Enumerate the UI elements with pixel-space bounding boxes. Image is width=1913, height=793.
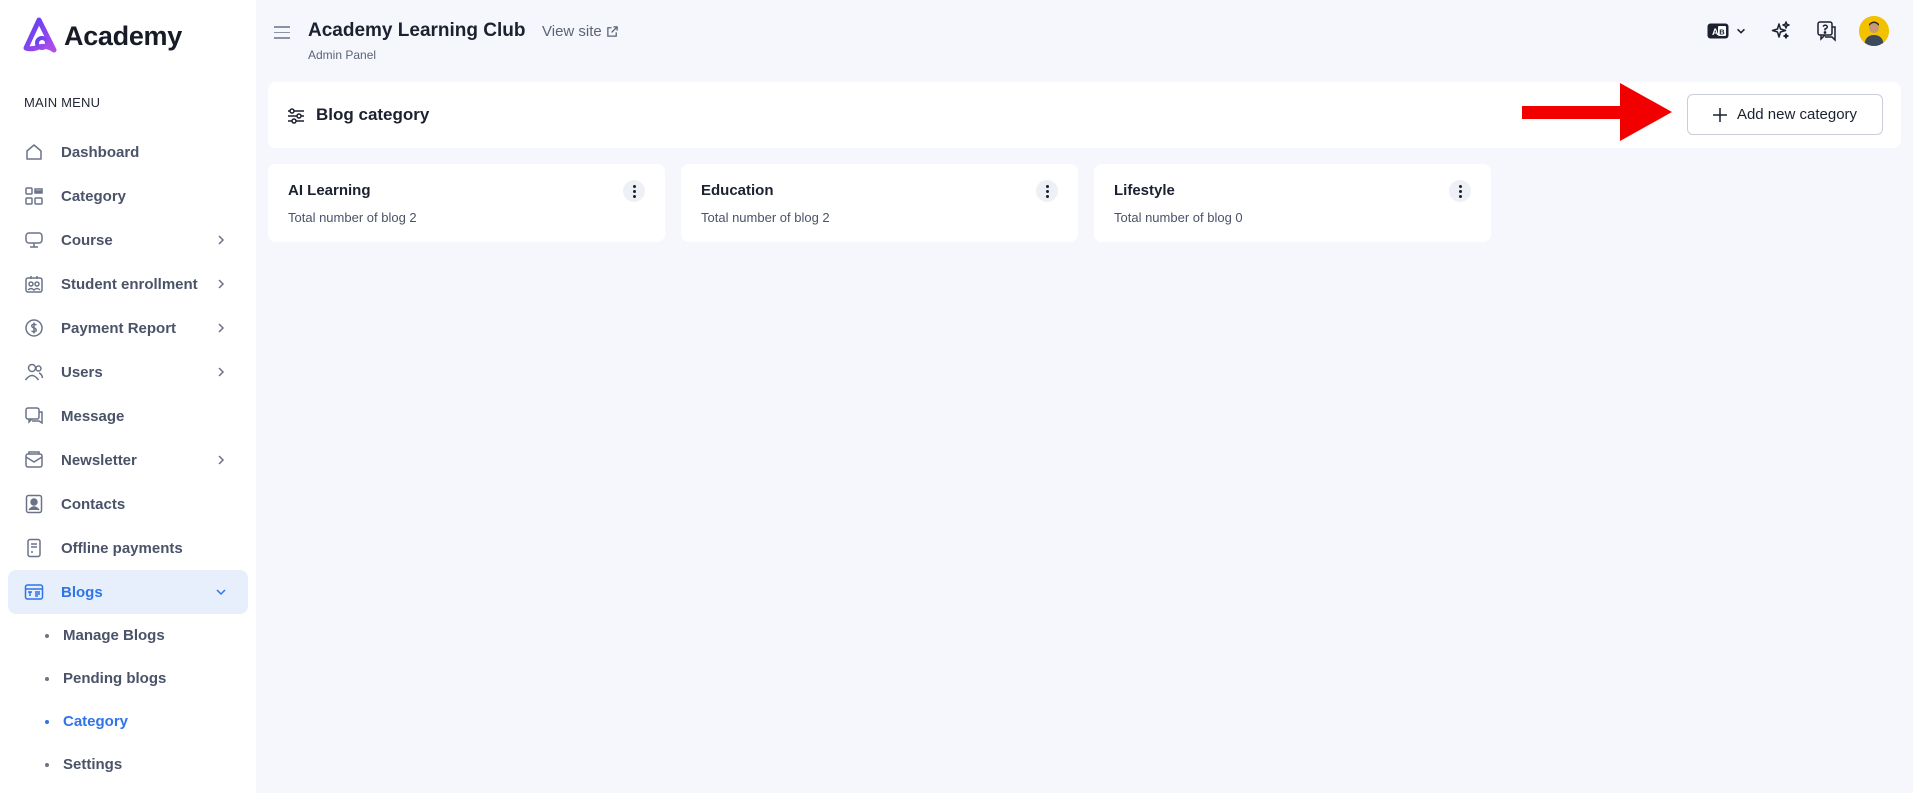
dollar-icon: [23, 317, 45, 339]
add-new-category-button[interactable]: Add new category: [1687, 94, 1883, 135]
bullet-dot: [45, 719, 49, 724]
sidebar-item-label: Contacts: [61, 495, 126, 513]
site-subtitle: Admin Panel: [308, 48, 377, 62]
receipt-icon: [23, 537, 45, 559]
category-name: Lifestyle: [1114, 182, 1175, 199]
bullet-dot: [45, 676, 49, 681]
chat-icon: [23, 405, 45, 427]
svg-text:A: A: [1712, 27, 1719, 37]
sidebar-item-dashboard[interactable]: Dashboard: [8, 130, 248, 174]
sidebar-item-label: Category: [61, 187, 127, 205]
category-name: AI Learning: [288, 182, 371, 199]
sidebar: Academy MAIN MENU Dashboard Category Cou…: [0, 0, 256, 793]
sidebar-item-label: Newsletter: [61, 451, 137, 469]
user-avatar[interactable]: [1859, 16, 1889, 46]
category-name: Education: [701, 182, 774, 199]
users-icon: [23, 361, 45, 383]
svg-text:B: B: [1719, 28, 1725, 37]
category-card: Education Total number of blog 2: [681, 164, 1078, 242]
submenu-item-settings[interactable]: Settings: [8, 743, 248, 786]
sidebar-item-blogs[interactable]: Blogs: [8, 570, 248, 614]
annotation-arrow-icon: [1522, 83, 1672, 141]
avatar-image: [1859, 16, 1889, 46]
submenu-item-label: Category: [63, 713, 129, 730]
mail-open-icon: [23, 449, 45, 471]
bullet-dot: [45, 633, 49, 638]
category-blog-count: Total number of blog 2: [701, 210, 830, 225]
contact-icon: [23, 493, 45, 515]
sidebar-item-label: Users: [61, 363, 103, 381]
presentation-icon: [23, 229, 45, 251]
blogs-submenu: Manage Blogs Pending blogs Category Sett…: [8, 614, 248, 786]
main-nav: Dashboard Category Course Student enroll…: [8, 130, 248, 786]
submenu-item-category[interactable]: Category: [8, 700, 248, 743]
translate-icon: AB: [1707, 23, 1729, 39]
submenu-item-label: Pending blogs: [63, 670, 167, 687]
grid-icon: [23, 185, 45, 207]
view-site-link[interactable]: View site: [542, 23, 619, 40]
chevron-right-icon: [218, 455, 225, 465]
more-options-icon[interactable]: [1449, 180, 1471, 202]
page-title: Blog category: [316, 105, 430, 124]
help-chat-icon: [1817, 21, 1836, 42]
chevron-down-icon: [1737, 28, 1745, 34]
bullet-dot: [45, 762, 49, 767]
sidebar-item-label: Student enrollment: [61, 275, 198, 293]
academy-logo-icon: [23, 17, 57, 53]
ai-sparkle-button[interactable]: [1767, 17, 1795, 45]
sidebar-item-category[interactable]: Category: [8, 174, 248, 218]
site-title: Academy Learning Club: [308, 20, 526, 41]
sidebar-item-offline-payments[interactable]: Offline payments: [8, 526, 248, 570]
sidebar-item-newsletter[interactable]: Newsletter: [8, 438, 248, 482]
category-cards: AI Learning Total number of blog 2 Educa…: [268, 164, 1491, 242]
sidebar-item-label: Offline payments: [61, 539, 183, 557]
add-new-category-label: Add new category: [1736, 106, 1858, 123]
enrollment-icon: [23, 273, 45, 295]
chevron-right-icon: [218, 279, 225, 289]
view-site-label: View site: [542, 23, 602, 40]
submenu-item-pending-blogs[interactable]: Pending blogs: [8, 657, 248, 700]
main-menu-title: MAIN MENU: [24, 95, 101, 110]
sidebar-item-label: Dashboard: [61, 143, 140, 161]
chevron-right-icon: [218, 367, 225, 377]
home-icon: [23, 141, 45, 163]
sidebar-item-contacts[interactable]: Contacts: [8, 482, 248, 526]
blog-icon: [23, 581, 45, 603]
category-card: Lifestyle Total number of blog 0: [1094, 164, 1491, 242]
submenu-item-label: Manage Blogs: [63, 627, 165, 644]
chevron-down-icon: [216, 589, 226, 596]
chevron-right-icon: [218, 323, 225, 333]
plus-icon: [1712, 107, 1727, 122]
sidebar-item-course[interactable]: Course: [8, 218, 248, 262]
chevron-right-icon: [218, 235, 225, 245]
sidebar-item-message[interactable]: Message: [8, 394, 248, 438]
sidebar-item-label: Course: [61, 231, 113, 249]
language-selector[interactable]: AB: [1705, 17, 1749, 45]
help-button[interactable]: [1813, 17, 1841, 45]
category-blog-count: Total number of blog 0: [1114, 210, 1243, 225]
logo[interactable]: Academy: [20, 16, 182, 56]
sidebar-item-users[interactable]: Users: [8, 350, 248, 394]
sidebar-item-label: Blogs: [61, 583, 103, 601]
category-blog-count: Total number of blog 2: [288, 210, 417, 225]
external-link-icon: [606, 26, 618, 37]
more-options-icon[interactable]: [1036, 180, 1058, 202]
sidebar-item-label: Payment Report: [61, 319, 177, 337]
submenu-item-manage-blogs[interactable]: Manage Blogs: [8, 614, 248, 657]
sidebar-item-payment-report[interactable]: Payment Report: [8, 306, 248, 350]
top-header: Academy Learning Club Admin Panel View s…: [256, 0, 1913, 70]
filter-sliders-icon: [288, 108, 304, 124]
more-options-icon[interactable]: [623, 180, 645, 202]
submenu-item-label: Settings: [63, 756, 123, 773]
logo-text: Academy: [64, 20, 182, 51]
sidebar-item-label: Message: [61, 407, 125, 425]
sidebar-item-student-enrollment[interactable]: Student enrollment: [8, 262, 248, 306]
menu-toggle-icon[interactable]: [274, 26, 290, 40]
sparkle-icon: [1771, 21, 1790, 39]
category-card: AI Learning Total number of blog 2: [268, 164, 665, 242]
header-actions: AB: [1705, 16, 1889, 46]
